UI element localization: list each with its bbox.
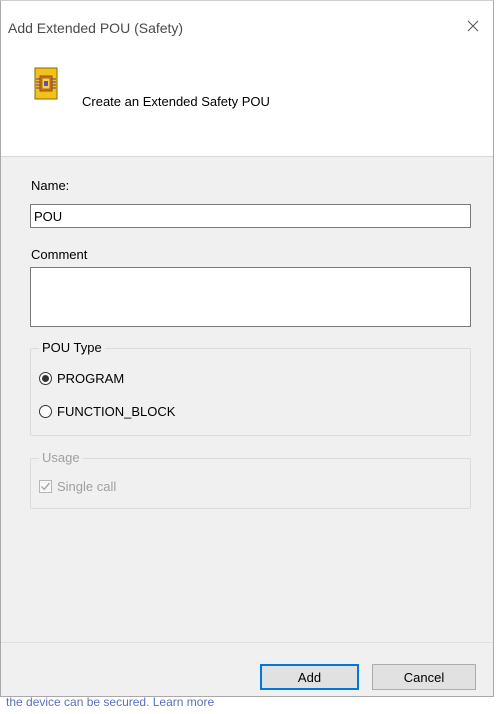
radio-function-block-indicator[interactable] [39,405,52,418]
add-extended-pou-dialog: Add Extended POU (Safety) Create an Exte… [0,0,494,697]
name-input[interactable] [30,204,471,228]
close-icon [467,20,479,32]
usage-legend: Usage [39,450,83,466]
dialog-title: Add Extended POU (Safety) [8,20,184,36]
pou-type-group: POU Type PROGRAM FUNCTION_BLOCK [30,340,471,436]
add-button[interactable]: Add [260,664,359,690]
radio-function-block-label: FUNCTION_BLOCK [57,404,176,419]
single-call-label: Single call [57,479,117,494]
background-link-text: the device can be secured. Learn more [6,697,215,709]
radio-function-block[interactable]: FUNCTION_BLOCK [39,404,175,419]
single-call-checkbox-row[interactable]: Single call [39,479,116,494]
usage-group: Usage Single call [30,450,471,509]
footer-divider [1,642,493,643]
background-window-strip: the device can be secured. Learn more [0,697,496,714]
radio-program[interactable]: PROGRAM [39,371,124,386]
single-call-checkbox[interactable] [39,480,52,493]
comment-label: Comment [31,247,88,262]
radio-program-indicator[interactable] [39,372,52,385]
dialog-header: Add Extended POU (Safety) Create an Exte… [1,1,493,157]
close-button[interactable] [463,16,483,36]
radio-program-label: PROGRAM [57,371,125,386]
header-description: Create an Extended Safety POU [82,94,270,109]
safety-pou-icon [34,67,58,101]
comment-input[interactable] [30,267,471,327]
pou-type-legend: POU Type [39,340,105,356]
checkmark-icon [40,482,51,491]
cancel-button[interactable]: Cancel [372,664,476,690]
name-label: Name: [31,178,70,193]
